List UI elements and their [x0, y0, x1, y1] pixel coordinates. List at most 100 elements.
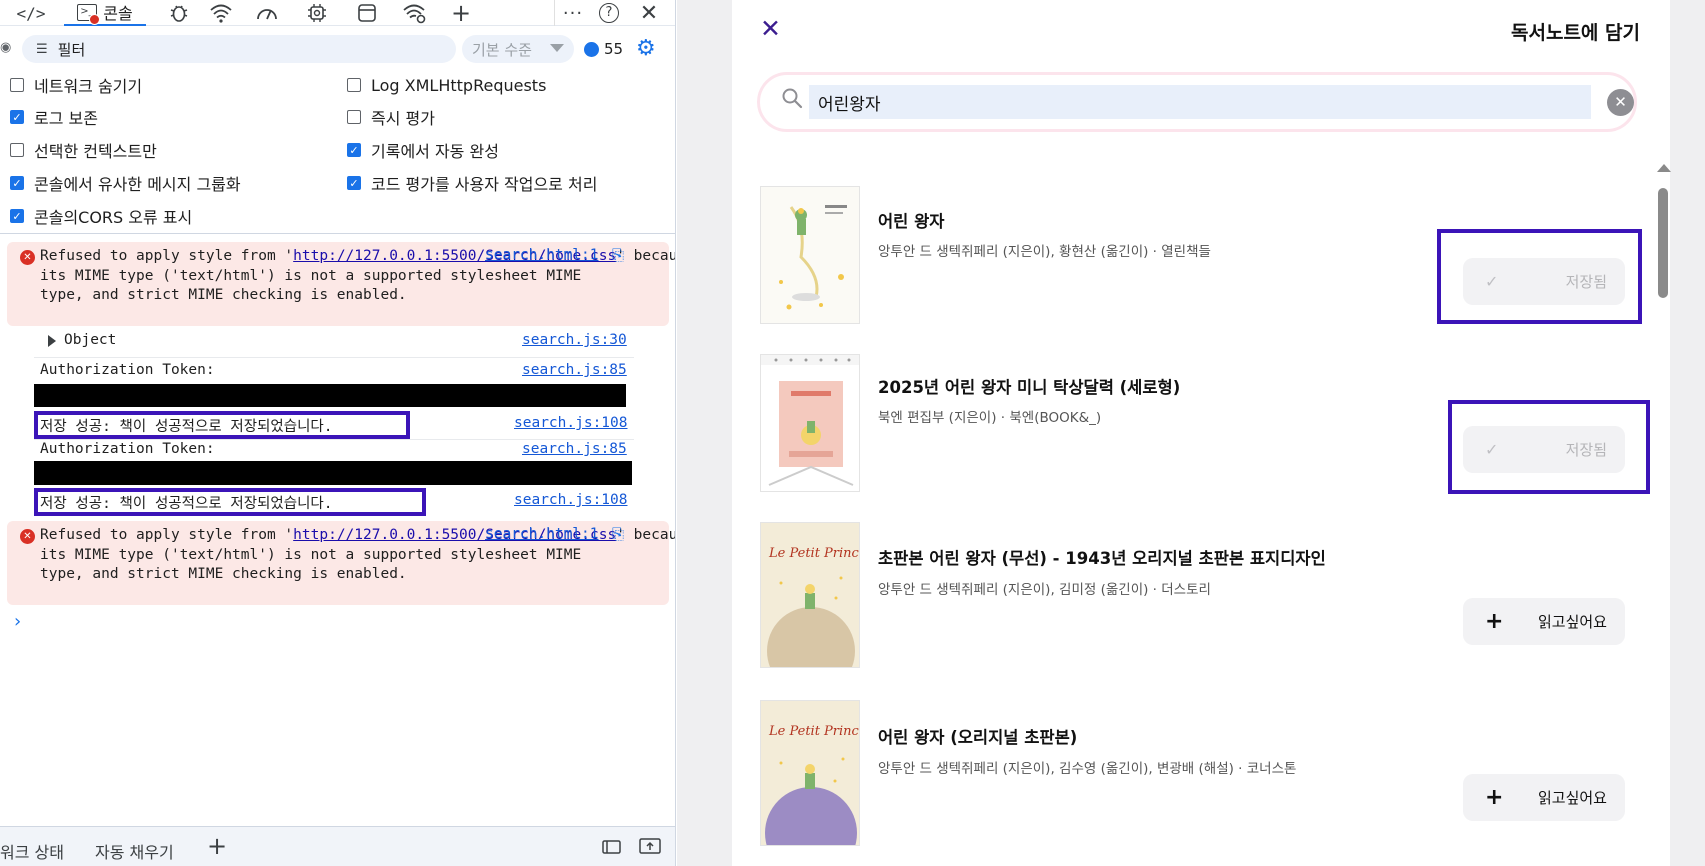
- live-expression-eye-icon[interactable]: ◉: [0, 40, 11, 55]
- log-source-link[interactable]: search.html:1: [485, 247, 599, 263]
- setting-log-xhr[interactable]: Log XMLHttpRequests: [347, 74, 546, 96]
- setting-group-similar[interactable]: ✓ 콘솔에서 유사한 메시지 그룹화: [10, 172, 241, 194]
- checkbox-checked[interactable]: ✓: [347, 176, 361, 190]
- modal-scrollbar[interactable]: [1656, 160, 1671, 866]
- wifi-icon[interactable]: [206, 0, 236, 26]
- undock-drawer-icon[interactable]: [638, 837, 662, 859]
- help-icon[interactable]: ?: [596, 0, 622, 26]
- chevron-down-icon: [550, 44, 564, 52]
- console-error-message: ✕ Refused to apply style from 'http://12…: [7, 521, 675, 605]
- dock-side-icon[interactable]: [600, 837, 622, 859]
- book-author-publisher: 앙투안 드 생텍쥐페리 (지은이), 김미정 (옮긴이) · 더스토리: [878, 582, 1211, 598]
- setting-preserve-log[interactable]: ✓ 로그 보존: [10, 106, 98, 128]
- code-brackets-icon: </>: [16, 3, 46, 23]
- setting-eager-eval[interactable]: 즉시 평가: [347, 106, 435, 128]
- log-source-link[interactable]: search.js:85: [522, 362, 627, 378]
- filter-funnel-icon: ☰: [36, 41, 48, 57]
- message-count-badge[interactable]: 55: [584, 40, 623, 58]
- performance-gauge-icon[interactable]: [252, 0, 282, 26]
- scrollbar-thumb[interactable]: [1658, 188, 1668, 298]
- book-list-item[interactable]: 2025년 어린 왕자 미니 탁상달력 (세로형) 북엔 편집부 (지은이) ·…: [760, 354, 1650, 494]
- ai-explain-icon[interactable]: ⎘: [612, 246, 624, 264]
- elements-tab[interactable]: </>: [14, 0, 48, 26]
- log-divider: [34, 357, 634, 358]
- close-devtools-icon[interactable]: ✕: [636, 0, 662, 26]
- checkbox[interactable]: [10, 78, 24, 92]
- book-search-bar: ✕: [757, 72, 1637, 132]
- checkbox[interactable]: [347, 110, 361, 124]
- drawer-tab-autofill[interactable]: 자동 채우기: [95, 839, 174, 863]
- book-list-item[interactable]: Le Petit Prince 초판본 어린 왕자 (무선) - 1943년 오…: [760, 522, 1640, 668]
- log-success-message: 저장 성공: 책이 성공적으로 저장되었습니다.: [40, 419, 333, 435]
- memory-chip-icon[interactable]: [302, 0, 332, 26]
- setting-hide-network[interactable]: 네트워크 숨기기: [10, 74, 142, 96]
- console-prompt-chevron-icon[interactable]: ›: [14, 611, 21, 632]
- book-list-item[interactable]: 어린 왕자 앙투안 드 생텍쥐페리 (지은이), 황현산 (옮긴이) · 열린책…: [760, 186, 1642, 326]
- checkbox[interactable]: [347, 78, 361, 92]
- log-source-link[interactable]: search.js:108: [514, 492, 628, 508]
- setting-user-gesture[interactable]: ✓ 코드 평가를 사용자 작업으로 처리: [347, 172, 597, 194]
- error-x-icon: ✕: [20, 250, 35, 265]
- book-search-input[interactable]: [809, 85, 1591, 119]
- highlight-box: [1437, 229, 1642, 324]
- console-settings-panel: 네트워크 숨기기 Log XMLHttpRequests ✓ 로그 보존 즉시 평…: [0, 68, 675, 234]
- plus-icon: +: [1485, 785, 1504, 810]
- expand-triangle-icon[interactable]: [48, 335, 56, 347]
- redacted-token: [34, 461, 632, 485]
- book-cover-image: Le Petit Prince: [760, 700, 860, 846]
- log-level-label: 기본 수준: [472, 40, 532, 59]
- setting-selected-context[interactable]: 선택한 컨텍스트만: [10, 139, 157, 161]
- console-log-area: ✕ Refused to apply style from 'http://12…: [0, 236, 675, 826]
- checkbox[interactable]: [10, 143, 24, 157]
- checkbox-checked[interactable]: ✓: [347, 143, 361, 157]
- console-error-message: ✕ Refused to apply style from 'http://12…: [7, 242, 675, 326]
- log-source-link[interactable]: search.js:85: [522, 441, 627, 457]
- drawer-tab-network-conditions[interactable]: 워크 상태: [0, 839, 64, 863]
- setting-label: 즉시 평가: [371, 109, 435, 128]
- scroll-up-arrow-icon[interactable]: [1657, 164, 1671, 172]
- network-conditions-icon[interactable]: [400, 0, 430, 26]
- setting-label: 콘솔에서 유사한 메시지 그룹화: [34, 175, 241, 194]
- drawer-add-plus-icon[interactable]: +: [207, 832, 227, 860]
- want-to-read-button[interactable]: + 읽고싶어요: [1463, 598, 1625, 645]
- console-icon: >_: [77, 3, 101, 25]
- book-list-item[interactable]: Le Petit Prince 어린 왕자 (오리지널 초판본) 앙투안 드 생…: [760, 700, 1640, 846]
- setting-cors-errors[interactable]: ✓ 콘솔의CORS 오류 표시: [10, 205, 192, 227]
- log-source-link[interactable]: search.js:108: [514, 415, 628, 431]
- setting-autocomplete[interactable]: ✓ 기록에서 자동 완성: [347, 139, 499, 161]
- more-options-icon[interactable]: ···: [560, 0, 586, 26]
- plus-icon: +: [1485, 609, 1504, 634]
- log-source-link[interactable]: search.html:1: [485, 526, 599, 542]
- setting-label: 기록에서 자동 완성: [371, 142, 499, 161]
- modal-title: 독서노트에 담기: [1511, 22, 1640, 44]
- search-icon: [782, 88, 803, 109]
- ai-explain-icon[interactable]: ⎘: [612, 525, 624, 543]
- checkbox-checked[interactable]: ✓: [10, 110, 24, 124]
- checkbox-checked[interactable]: ✓: [10, 209, 24, 223]
- tabbar-divider: [554, 0, 555, 26]
- error-badge-icon: [89, 13, 101, 25]
- book-cover-image: Le Petit Prince: [760, 522, 860, 668]
- log-token-label: Authorization Token:: [40, 362, 215, 378]
- action-label: 읽고싶어요: [1537, 613, 1607, 631]
- clear-search-icon[interactable]: ✕: [1607, 89, 1634, 116]
- application-window-icon[interactable]: [352, 0, 382, 26]
- log-level-dropdown[interactable]: 기본 수준: [462, 35, 574, 63]
- book-title: 초판본 어린 왕자 (무선) - 1943년 오리지널 초판본 표지디자인: [878, 549, 1326, 568]
- tab-console[interactable]: >_ 콘솔: [64, 0, 146, 26]
- add-tab-plus-icon[interactable]: +: [446, 0, 476, 27]
- log-source-link[interactable]: search.js:30: [522, 332, 627, 348]
- bug-icon[interactable]: [164, 0, 194, 26]
- filter-input[interactable]: ☰ 필터: [22, 35, 456, 63]
- log-divider: [34, 439, 634, 440]
- want-to-read-button[interactable]: + 읽고싶어요: [1463, 774, 1625, 821]
- close-modal-icon[interactable]: ✕: [760, 14, 781, 43]
- setting-label: 로그 보존: [34, 109, 98, 128]
- book-cover-image: [760, 186, 860, 324]
- setting-label: 코드 평가를 사용자 작업으로 처리: [371, 175, 598, 194]
- checkbox-checked[interactable]: ✓: [10, 176, 24, 190]
- setting-label: 네트워크 숨기기: [34, 77, 143, 96]
- book-title: 2025년 어린 왕자 미니 탁상달력 (세로형): [878, 378, 1181, 397]
- console-settings-gear-icon[interactable]: ⚙: [636, 37, 656, 61]
- log-object[interactable]: Object: [64, 332, 116, 348]
